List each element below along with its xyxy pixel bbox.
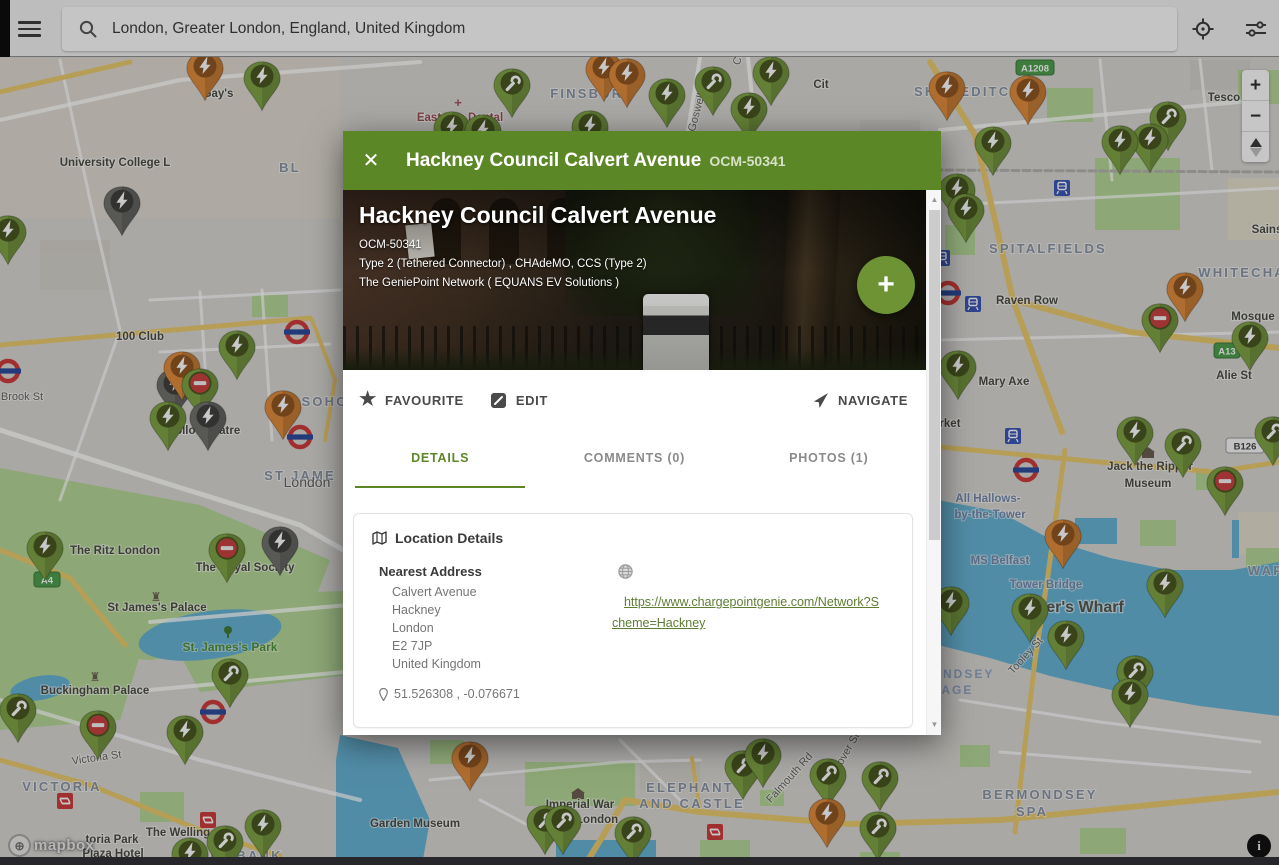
- app-window: ♜♜+ FINSBURYSHOREDITCHSPITALFIELDSWHITEC…: [0, 0, 1279, 865]
- coordinates-row: 51.526308 , -0.076671: [379, 687, 612, 701]
- website-column: https://www.chargepointgenie.com/Network…: [612, 564, 896, 701]
- coordinates-value: 51.526308 , -0.076671: [394, 687, 520, 701]
- address-line: E2 7JP: [392, 637, 612, 655]
- globe-icon: [618, 564, 633, 579]
- location-details-title: Location Details: [395, 530, 503, 546]
- photo-network: The GeniePoint Network ( EQUANS EV Solut…: [359, 274, 716, 293]
- photo-title: Hackney Council Calvert Avenue: [359, 202, 716, 229]
- panel-body: Hackney Council Calvert Avenue OCM-50341…: [343, 190, 926, 735]
- panel-header: ✕ Hackney Council Calvert Avenue OCM-503…: [343, 131, 941, 190]
- address-line: Calvert Avenue: [392, 583, 612, 601]
- panel-ocm-id: OCM-50341: [709, 153, 785, 169]
- website-link[interactable]: https://www.chargepointgenie.com/Network…: [612, 592, 884, 634]
- add-fab-button[interactable]: +: [857, 256, 915, 314]
- panel-title: Hackney Council Calvert Avenue: [406, 150, 701, 172]
- bottom-bar: [0, 857, 1279, 865]
- panel-scrollbar: ▲ ▼: [926, 190, 941, 735]
- tab-details[interactable]: DETAILS: [355, 430, 525, 488]
- favourite-label: FAVOURITE: [385, 393, 464, 408]
- photo-connectors: Type 2 (Tethered Connector) , CHAdeMO, C…: [359, 255, 716, 274]
- edit-button[interactable]: EDIT: [490, 391, 548, 409]
- photo-overlay-text: Hackney Council Calvert Avenue OCM-50341…: [359, 202, 716, 293]
- poi-detail-panel: ✕ Hackney Council Calvert Avenue OCM-503…: [343, 131, 941, 735]
- location-pin-icon: [379, 688, 388, 701]
- close-icon[interactable]: ✕: [361, 151, 381, 171]
- navigate-icon: [812, 391, 830, 409]
- photo-ocm-id: OCM-50341: [359, 236, 716, 255]
- edit-icon: [490, 391, 508, 409]
- nearest-address-label: Nearest Address: [379, 564, 612, 579]
- action-bar: ★ FAVOURITE EDIT: [343, 370, 926, 430]
- address-line: United Kingdom: [392, 655, 612, 673]
- tab-comments[interactable]: COMMENTS (0): [549, 430, 719, 488]
- poi-photo: Hackney Council Calvert Avenue OCM-50341…: [343, 190, 926, 370]
- tab-bar: DETAILS COMMENTS (0) PHOTOS (1): [343, 430, 926, 488]
- address-line: Hackney: [392, 601, 612, 619]
- navigate-button[interactable]: NAVIGATE: [812, 391, 908, 409]
- navigate-label: NAVIGATE: [838, 393, 908, 408]
- tab-photos[interactable]: PHOTOS (1): [744, 430, 914, 488]
- star-icon: ★: [359, 391, 377, 409]
- address-column: Nearest Address Calvert Avenue Hackney L…: [370, 564, 612, 701]
- address-line: London: [392, 619, 612, 637]
- map-fold-icon: [372, 531, 387, 545]
- scrollbar-up-arrow[interactable]: ▲: [927, 192, 942, 208]
- scrollbar-thumb[interactable]: [929, 210, 940, 540]
- scrollbar-down-arrow[interactable]: ▼: [927, 717, 942, 733]
- location-details-card: Location Details Nearest Address Calvert…: [353, 513, 913, 728]
- favourite-button[interactable]: ★ FAVOURITE: [359, 391, 464, 409]
- edit-label: EDIT: [516, 393, 548, 408]
